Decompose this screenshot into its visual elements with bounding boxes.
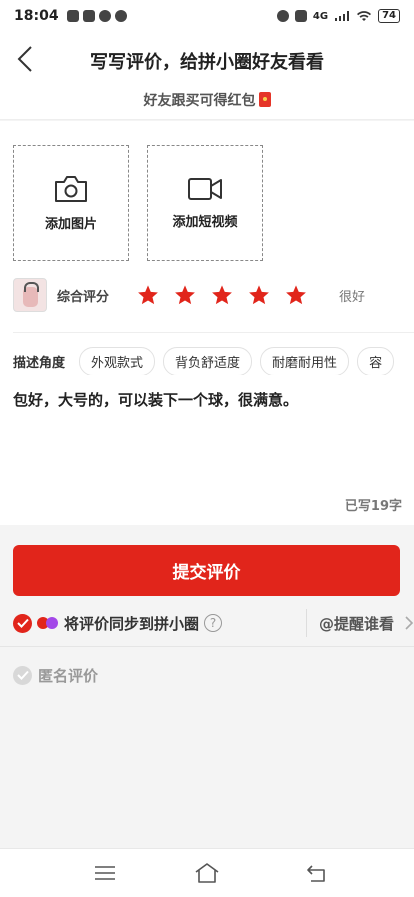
review-form: 添加图片 添加短视频 综合评分 很好 描述角度 外观款式 背负舒适度 耐磨耐用性…: [0, 121, 414, 525]
divider: [13, 332, 414, 333]
menu-icon[interactable]: [92, 861, 118, 885]
network-label: 4G: [312, 10, 329, 22]
video-camera-icon: [188, 177, 222, 200]
status-right: 4G 74: [276, 9, 400, 23]
checkmark-icon: [16, 670, 29, 680]
add-video-label: 添加短视频: [172, 214, 238, 230]
aspect-chip[interactable]: 容: [357, 347, 395, 375]
aspect-tags: 描述角度 外观款式 背负舒适度 耐磨耐用性 容: [13, 347, 414, 375]
star-rating: [137, 284, 307, 306]
star-icon[interactable]: [248, 284, 270, 306]
app-notification-icon: [98, 10, 111, 22]
status-time: 18:04: [14, 8, 59, 24]
app-notification-icon: [66, 10, 79, 22]
back-icon[interactable]: [304, 861, 330, 885]
help-icon[interactable]: ?: [204, 614, 223, 632]
rating-row: 综合评分 很好: [13, 277, 403, 313]
star-icon[interactable]: [174, 284, 196, 306]
chevron-right-icon[interactable]: [404, 615, 414, 631]
anonymous-checkbox[interactable]: [13, 665, 32, 685]
play-notification-icon: [82, 10, 95, 22]
alarm-icon: [276, 10, 289, 22]
aspect-chip[interactable]: 耐磨耐用性: [260, 347, 350, 375]
subtitle-text: 好友跟买可得红包: [143, 93, 256, 109]
anonymous-option[interactable]: 匿名评价: [13, 664, 98, 686]
star-icon[interactable]: [285, 284, 307, 306]
home-icon[interactable]: [194, 861, 220, 885]
checkmark-icon: [16, 618, 29, 628]
notification-icons: [66, 10, 127, 22]
star-icon[interactable]: [137, 284, 159, 306]
signal-icon: [335, 11, 350, 21]
hd-icon: [294, 10, 307, 22]
battery-icon: 74: [378, 9, 400, 23]
remind-who-button[interactable]: @提醒谁看: [319, 613, 394, 634]
sync-checkbox[interactable]: [13, 613, 32, 633]
aspect-label: 描述角度: [13, 355, 66, 371]
add-photo-label: 添加图片: [44, 216, 97, 232]
add-video-button[interactable]: 添加短视频: [147, 145, 263, 261]
chat-notification-icon: [114, 10, 127, 22]
wifi-icon: [357, 11, 372, 21]
anonymous-label: 匿名评价: [38, 666, 99, 685]
aspect-chip[interactable]: 背负舒适度: [163, 347, 253, 375]
system-nav-bar: [0, 848, 414, 897]
product-thumbnail: [13, 278, 47, 312]
subtitle: 好友跟买可得红包: [0, 90, 414, 110]
status-bar: 18:04 4G 74: [0, 0, 414, 32]
header: 写写评价，给拼小圈好友看看 好友跟买可得红包: [0, 32, 414, 120]
rating-text: 很好: [338, 289, 365, 305]
star-icon[interactable]: [211, 284, 233, 306]
divider: [0, 646, 414, 647]
sync-row: 将评价同步到拼小圈 ? @提醒谁看: [13, 608, 414, 638]
sync-label: 将评价同步到拼小圈: [64, 614, 200, 633]
page-title: 写写评价，给拼小圈好友看看: [90, 52, 324, 73]
pinxiaoquan-logo-icon: [37, 615, 59, 631]
aspect-chip[interactable]: 外观款式: [79, 347, 156, 375]
camera-icon: [55, 175, 87, 202]
submit-review-button[interactable]: 提交评价: [13, 545, 400, 596]
red-packet-icon: [258, 92, 271, 107]
logo-dot-purple: [46, 617, 58, 629]
char-counter: 已写19字: [344, 499, 402, 514]
review-text-input[interactable]: 包好，大号的，可以装下一个球，很满意。: [13, 389, 403, 410]
add-photo-button[interactable]: 添加图片: [13, 145, 129, 261]
vertical-divider: [305, 609, 307, 637]
rating-label: 综合评分: [57, 289, 110, 305]
